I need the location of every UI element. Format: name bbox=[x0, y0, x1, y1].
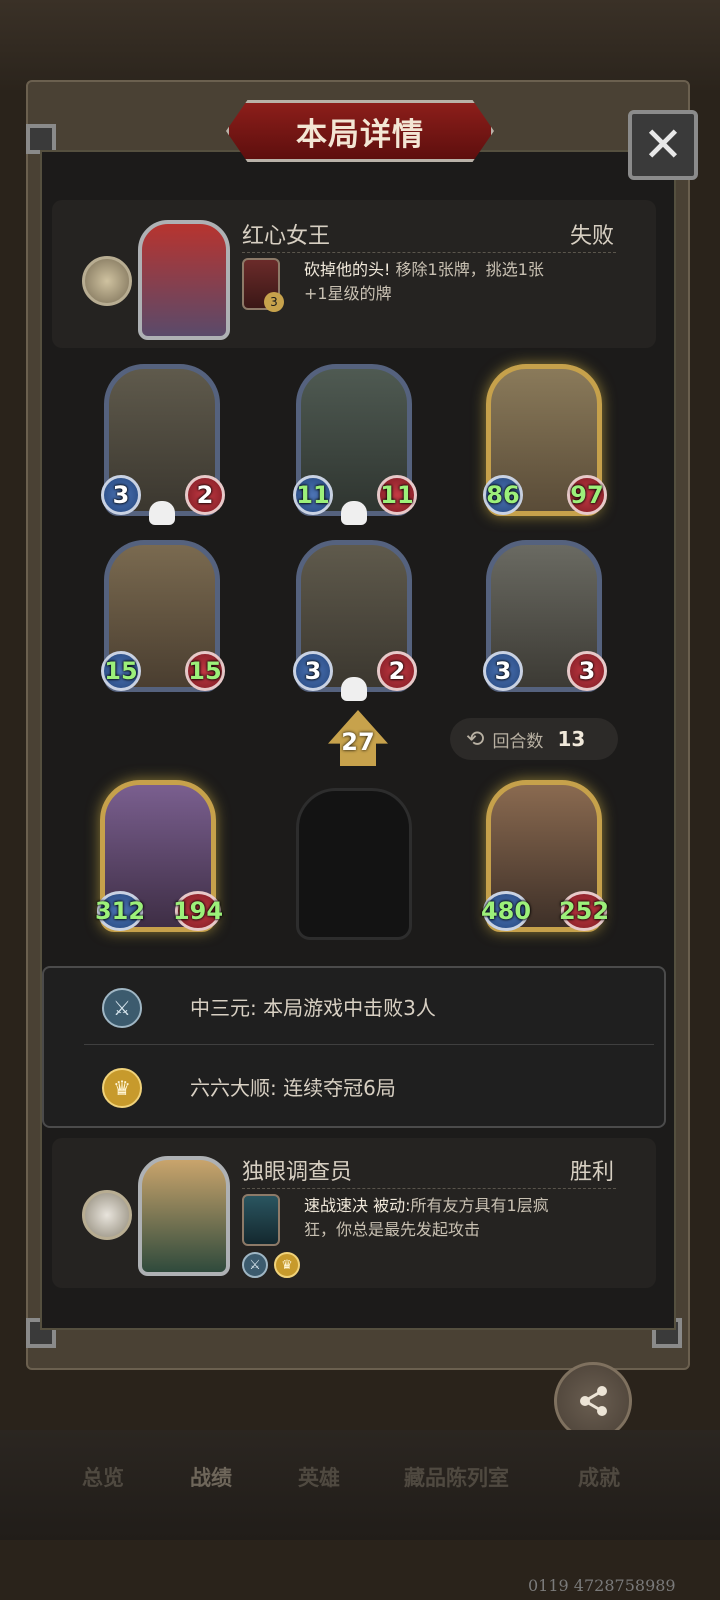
minion-attack: 480 bbox=[481, 891, 531, 931]
share-button[interactable] bbox=[554, 1362, 632, 1440]
opponent-minion[interactable]: 86 97 bbox=[483, 364, 607, 516]
player-skill-desc-2: 狂，你总是最先发起攻击 bbox=[304, 1220, 481, 1239]
skull-icon bbox=[341, 501, 367, 525]
player-card: 独眼调查员 胜利 速战速决 被动:所有友方具有1层疯 狂，你总是最先发起攻击 ⚔… bbox=[52, 1138, 656, 1288]
round-counter: ⟲ 回合数 13 bbox=[450, 718, 618, 760]
opponent-skill-desc-2: +1星级的牌 bbox=[304, 284, 392, 303]
close-icon: ✕ bbox=[642, 117, 684, 173]
player-minion[interactable]: 480 252 bbox=[481, 780, 609, 932]
minion-health: 97 bbox=[567, 475, 607, 515]
share-icon bbox=[580, 1386, 607, 1416]
minion-health: 15 bbox=[185, 651, 225, 691]
minion-health: 11 bbox=[377, 475, 417, 515]
divider bbox=[242, 252, 616, 253]
opponent-rank-medal-icon bbox=[82, 256, 132, 306]
achievements-panel: ⚔ 中三元: 本局游戏中击败3人 ♛ 六六大顺: 连续夺冠6局 bbox=[42, 966, 666, 1128]
achievement-text: 中三元: 本局游戏中击败3人 bbox=[190, 996, 436, 1020]
skull-icon bbox=[341, 677, 367, 701]
opponent-minion[interactable]: 33 bbox=[483, 540, 607, 692]
page-title: 本局详情 bbox=[296, 116, 424, 153]
user-id-text: 0119 4728758989 bbox=[528, 1576, 676, 1595]
tab-collection[interactable]: 藏品陈列室 bbox=[404, 1462, 509, 1492]
minion-attack: 11 bbox=[293, 475, 333, 515]
crown-icon: ♛ bbox=[102, 1068, 142, 1108]
minion-attack: 15 bbox=[101, 651, 141, 691]
minion-attack: 3 bbox=[293, 651, 333, 691]
title-banner: 本局详情 bbox=[226, 100, 494, 162]
player-skill-icon[interactable] bbox=[242, 1194, 280, 1246]
minion-attack: 86 bbox=[483, 475, 523, 515]
round-value: 13 bbox=[557, 727, 586, 751]
minion-health: 3 bbox=[567, 651, 607, 691]
tab-achievements[interactable]: 成就 bbox=[578, 1462, 620, 1492]
minion-attack: 312 bbox=[95, 891, 145, 931]
opponent-minion[interactable]: 15 15 bbox=[101, 540, 225, 692]
skull-icon bbox=[149, 501, 175, 525]
opponent-portrait[interactable] bbox=[138, 220, 230, 340]
refresh-icon: ⟲ bbox=[466, 726, 485, 752]
player-rank-medal-icon bbox=[82, 1190, 132, 1240]
achievement-text: 六六大顺: 连续夺冠6局 bbox=[190, 1076, 396, 1100]
player-skill-name: 速战速决 bbox=[304, 1196, 369, 1215]
player-skill-desc-1: 所有友方具有1层疯 bbox=[410, 1196, 549, 1215]
minion-attack: 3 bbox=[101, 475, 141, 515]
tab-overview[interactable]: 总览 bbox=[82, 1462, 124, 1492]
opponent-minion[interactable]: 32 bbox=[101, 364, 225, 525]
minion-health: 252 bbox=[559, 891, 609, 931]
close-button[interactable]: ✕ bbox=[628, 110, 698, 180]
crossed-swords-icon: ⚔ bbox=[242, 1252, 268, 1278]
divider bbox=[84, 1044, 654, 1045]
achievement-row: ♛ 六六大顺: 连续夺冠6局 bbox=[44, 1048, 664, 1128]
player-skill-text: 速战速决 被动:所有友方具有1层疯 狂，你总是最先发起攻击 bbox=[304, 1194, 634, 1242]
skill-cost-badge: 3 bbox=[264, 292, 284, 312]
divider bbox=[242, 1188, 616, 1189]
opponent-skill-name: 砍掉他的头! bbox=[304, 260, 391, 279]
opponent-card: 红心女王 失败 3 砍掉他的头! 移除1张牌，挑选1张 +1星级的牌 bbox=[52, 200, 656, 348]
opponent-minion[interactable]: 11 11 bbox=[293, 364, 417, 525]
empty-minion-slot bbox=[296, 788, 412, 940]
opponent-skill-desc-1: 移除1张牌，挑选1张 bbox=[395, 260, 544, 279]
minion-attack: 3 bbox=[483, 651, 523, 691]
opponent-minion[interactable]: 32 bbox=[293, 540, 417, 701]
crossed-swords-icon: ⚔ bbox=[102, 988, 142, 1028]
crown-icon: ♛ bbox=[274, 1252, 300, 1278]
tab-heroes[interactable]: 英雄 bbox=[298, 1462, 340, 1492]
opponent-skill-text: 砍掉他的头! 移除1张牌，挑选1张 +1星级的牌 bbox=[304, 258, 634, 306]
round-label: 回合数 bbox=[492, 731, 544, 752]
player-minion[interactable]: 312 194 bbox=[95, 780, 223, 932]
minion-health: 2 bbox=[377, 651, 417, 691]
achievement-row: ⚔ 中三元: 本局游戏中击败3人 bbox=[44, 968, 664, 1048]
tab-records[interactable]: 战绩 bbox=[190, 1462, 232, 1492]
minion-health: 194 bbox=[173, 891, 223, 931]
opponent-result: 失败 bbox=[570, 224, 615, 249]
top-background bbox=[0, 0, 720, 90]
minion-health: 2 bbox=[185, 475, 225, 515]
player-hero-name: 独眼调查员 bbox=[242, 1160, 353, 1185]
player-result: 胜利 bbox=[570, 1160, 615, 1185]
tavern-tier-value: 27 bbox=[341, 728, 375, 756]
player-portrait[interactable] bbox=[138, 1156, 230, 1276]
passive-label: 被动: bbox=[373, 1196, 411, 1215]
opponent-hero-name: 红心女王 bbox=[242, 224, 331, 249]
